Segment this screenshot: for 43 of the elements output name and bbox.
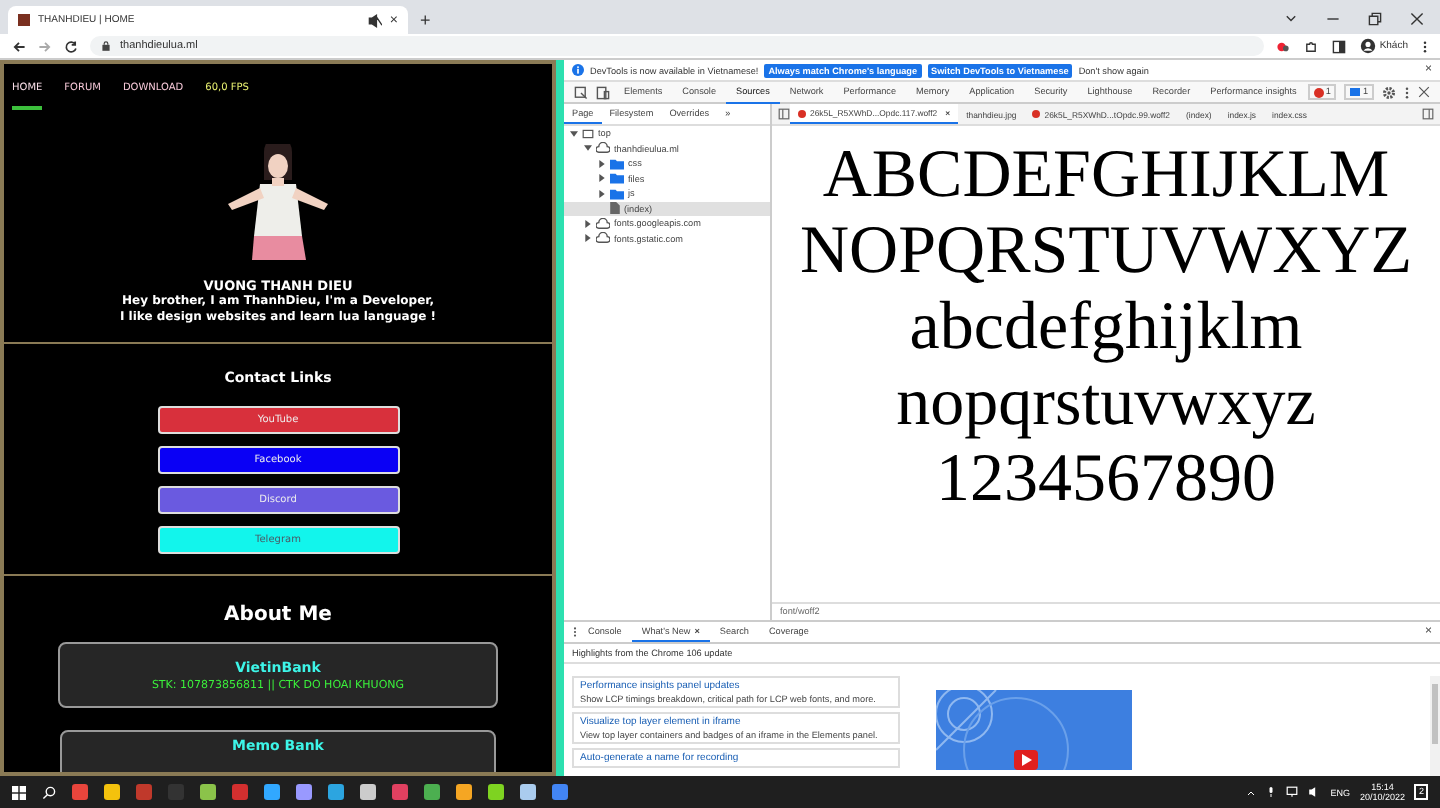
cloud-icon xyxy=(596,142,610,155)
settings-icon[interactable] xyxy=(1382,85,1396,99)
inspect-icon[interactable] xyxy=(574,85,588,99)
windows-logo-icon[interactable] xyxy=(12,785,26,799)
site-favicon-icon xyxy=(18,14,30,26)
close-icon[interactable] xyxy=(1418,86,1430,98)
disclosure-arrow-icon[interactable] xyxy=(598,174,606,183)
disclosure-arrow-icon[interactable] xyxy=(584,144,592,153)
lock-icon xyxy=(100,40,112,52)
toggle-navigator-icon[interactable] xyxy=(778,108,790,120)
file-icon xyxy=(610,202,620,215)
info-icon xyxy=(572,64,584,76)
reload-icon[interactable] xyxy=(64,39,78,53)
toggle-sidebar-icon[interactable] xyxy=(1422,108,1434,120)
chevron-down-icon[interactable] xyxy=(1284,12,1298,26)
section-title: About Me xyxy=(224,604,332,626)
font-preview-text: 1234567890 xyxy=(936,442,1276,518)
restore-icon[interactable] xyxy=(1368,12,1382,26)
new-tab-button[interactable]: + xyxy=(420,10,431,30)
font-preview-text: ABCDEFGHIJKLM xyxy=(822,138,1390,214)
font-preview-text: NOPQRSTUVWXYZ xyxy=(800,214,1412,290)
font-preview-text: abcdefghijklm xyxy=(909,290,1303,366)
more-menu-icon[interactable] xyxy=(1404,85,1410,99)
disclosure-arrow-icon[interactable] xyxy=(584,234,592,243)
network-icon[interactable] xyxy=(1286,786,1299,798)
search-icon[interactable] xyxy=(42,785,56,799)
disclosure-arrow-icon[interactable] xyxy=(570,129,578,138)
status-dot-icon xyxy=(798,109,806,117)
close-icon[interactable] xyxy=(1410,12,1424,26)
speaker-icon[interactable] xyxy=(1308,786,1321,798)
microphone-icon[interactable] xyxy=(1266,786,1277,798)
disclosure-arrow-icon[interactable] xyxy=(598,189,606,198)
disclosure-arrow-icon[interactable] xyxy=(584,219,592,228)
font-preview-text: nopqrstuvwxyz xyxy=(896,366,1316,442)
back-arrow-icon[interactable] xyxy=(12,39,26,53)
more-menu-icon[interactable] xyxy=(1422,39,1428,53)
disclosure-arrow-icon[interactable] xyxy=(598,159,606,168)
minimize-icon[interactable] xyxy=(1326,12,1340,26)
frame-icon xyxy=(582,127,594,140)
side-panel-icon[interactable] xyxy=(1331,39,1346,53)
device-icon[interactable] xyxy=(596,85,610,99)
status-dot-icon xyxy=(1032,110,1041,118)
muted-speaker-icon[interactable] xyxy=(367,13,382,27)
